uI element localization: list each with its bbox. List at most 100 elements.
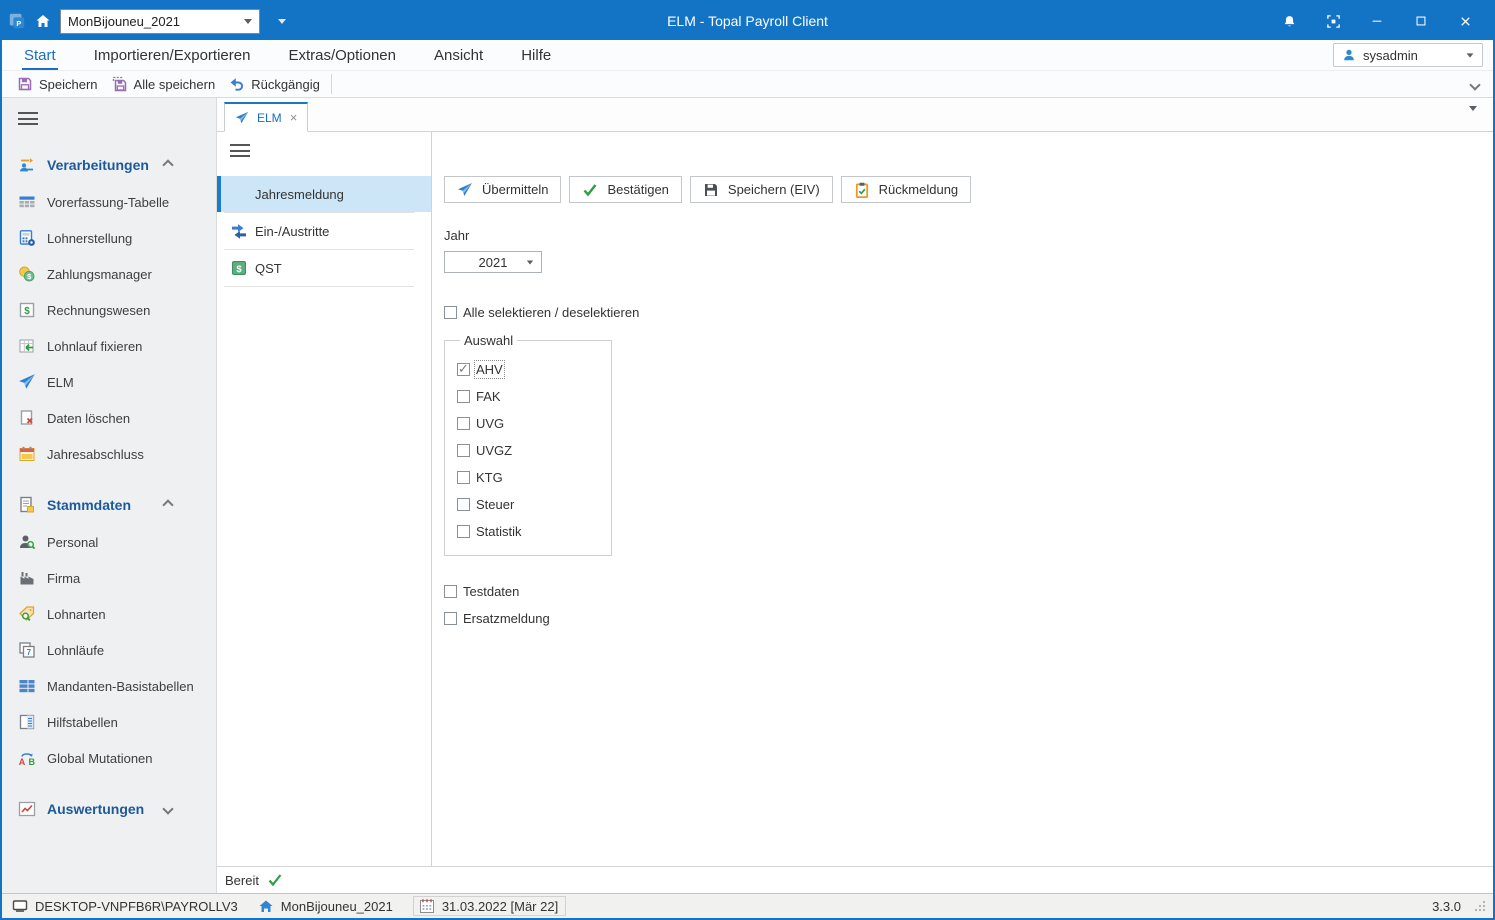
undo-button[interactable]: Rückgängig — [222, 72, 327, 96]
action-buttons: Übermitteln Bestätigen Speichern (EIV) R… — [444, 176, 1473, 203]
sidebar-item-vorerfassung-tabelle[interactable]: Vorerfassung-Tabelle — [2, 184, 216, 220]
user-selector[interactable]: sysadmin — [1333, 43, 1483, 67]
statistik-checkbox[interactable] — [457, 525, 470, 538]
minimize-button[interactable] — [1355, 2, 1399, 40]
sidebar-item-jahresabschluss[interactable]: Jahresabschluss — [2, 436, 216, 472]
sidebar-item-lohnerstellung[interactable]: Lohnerstellung — [2, 220, 216, 256]
fullscreen-button[interactable] — [1311, 2, 1355, 40]
chevron-down-icon — [1466, 52, 1474, 58]
user-name: sysadmin — [1363, 47, 1418, 63]
sidebar-menu-button[interactable] — [18, 112, 216, 130]
toolbar-separator — [330, 74, 332, 94]
save-icon — [703, 182, 719, 198]
checkbox-row-fak[interactable]: FAK — [457, 389, 611, 404]
sidebar-item-firma[interactable]: Firma — [2, 560, 216, 596]
statusbar-client: MonBijouneu_2021 — [258, 898, 393, 914]
save-all-icon — [112, 76, 128, 92]
menu-tab-importieren-exportieren[interactable]: Importieren/Exportieren — [82, 44, 263, 67]
chevron-up-icon — [162, 159, 174, 171]
nav-item-ein-austritte[interactable]: Ein-/Austritte — [217, 213, 431, 249]
ersatzmeldung-checkbox[interactable] — [444, 612, 457, 625]
sidebar-item-lohnlaeufe[interactable]: 7 Lohnläufe — [2, 632, 216, 668]
sidebar-item-label: Zahlungsmanager — [47, 266, 152, 282]
save-button[interactable]: Speichern — [10, 72, 105, 96]
sidebar-item-label: Lohnarten — [47, 606, 106, 622]
close-button[interactable] — [1443, 2, 1487, 40]
menu-tab-extras-optionen[interactable]: Extras/Optionen — [276, 44, 408, 67]
tab-close-icon[interactable]: × — [290, 111, 298, 124]
sidebar-item-rechnungswesen[interactable]: $ Rechnungswesen — [2, 292, 216, 328]
save-all-button[interactable]: Alle speichern — [105, 72, 223, 96]
chart-icon — [18, 800, 36, 818]
sidebar-item-global-mutationen[interactable]: AB Global Mutationen — [2, 740, 216, 776]
jahresmeldung-content: Übermitteln Bestätigen Speichern (EIV) R… — [432, 132, 1493, 866]
sidebar-item-daten-loeschen[interactable]: Daten löschen — [2, 400, 216, 436]
nav-item-jahresmeldung[interactable]: Jahresmeldung — [217, 176, 431, 212]
checkbox-row-steuer[interactable]: Steuer — [457, 497, 611, 512]
sidebar-item-elm[interactable]: ELM — [2, 364, 216, 400]
sidebar-section-auswertungen[interactable]: Auswertungen — [2, 790, 216, 828]
sidebar-section-stammdaten[interactable]: Stammdaten — [2, 486, 216, 524]
rueckmeldung-button[interactable]: Rückmeldung — [840, 176, 972, 203]
body: Verarbeitungen Vorerfassung-Tabelle Lohn… — [2, 98, 1493, 893]
ktg-checkbox[interactable] — [457, 471, 470, 484]
sidebar-item-personal[interactable]: Personal — [2, 524, 216, 560]
sidebar-item-label: Global Mutationen — [47, 750, 153, 766]
checkbox-row-ktg[interactable]: KTG — [457, 470, 611, 485]
sidebar-item-mandanten-basistabellen[interactable]: Mandanten-Basistabellen — [2, 668, 216, 704]
undo-icon — [229, 76, 245, 92]
sidebar-item-hilfstabellen[interactable]: Hilfstabellen — [2, 704, 216, 740]
paper-plane-icon — [18, 373, 36, 391]
menu-tab-start[interactable]: Start — [12, 44, 68, 70]
chevron-up-icon — [162, 499, 174, 511]
select-all-checkbox[interactable] — [444, 306, 457, 319]
clipboard-check-icon — [854, 182, 870, 198]
checkbox-row-uvg[interactable]: UVG — [457, 416, 611, 431]
resize-grip[interactable] — [1473, 899, 1487, 913]
undo-label: Rückgängig — [251, 76, 320, 92]
menu-tab-ansicht[interactable]: Ansicht — [422, 44, 495, 67]
home-icon[interactable] — [35, 13, 51, 29]
speichern-eiv-button[interactable]: Speichern (EIV) — [689, 176, 833, 203]
client-selector[interactable]: MonBijouneu_2021 — [60, 8, 260, 34]
uebermitteln-button[interactable]: Übermitteln — [444, 176, 562, 203]
uvgz-label: UVGZ — [476, 443, 513, 458]
document-tab-elm[interactable]: ELM × — [224, 102, 309, 132]
checkbox-row-testdaten[interactable]: Testdaten — [444, 584, 1473, 599]
jahr-combobox[interactable]: 2021 — [444, 251, 542, 273]
fullscreen-icon — [1326, 14, 1340, 28]
bestaetigen-button[interactable]: Bestätigen — [569, 176, 682, 203]
menu-tab-hilfe[interactable]: Hilfe — [509, 44, 563, 67]
client-options-dropdown[interactable] — [269, 9, 295, 34]
sidebar-item-zahlungsmanager[interactable]: $ Zahlungsmanager — [2, 256, 216, 292]
checkbox-row-uvgz[interactable]: UVGZ — [457, 443, 611, 458]
checkbox-row-ahv[interactable]: AHV — [457, 360, 611, 379]
fak-checkbox[interactable] — [457, 390, 470, 403]
master-data-icon — [18, 496, 36, 514]
uvgz-checkbox[interactable] — [457, 444, 470, 457]
maximize-button[interactable] — [1399, 2, 1443, 40]
sidebar-item-lohnlauf-fixieren[interactable]: Lohnlauf fixieren — [2, 328, 216, 364]
user-icon — [1342, 48, 1356, 62]
uvg-label: UVG — [476, 416, 505, 431]
nav-menu-button[interactable] — [230, 144, 431, 162]
checkbox-row-statistik[interactable]: Statistik — [457, 524, 611, 539]
sidebar-item-lohnarten[interactable]: Lohnarten — [2, 596, 216, 632]
nav-item-qst[interactable]: $ QST — [217, 250, 431, 286]
button-label: Rückmeldung — [878, 182, 959, 197]
toolbar-collapse-button[interactable] — [1469, 77, 1481, 92]
select-all-checkbox-row[interactable]: Alle selektieren / deselektieren — [444, 305, 1473, 320]
steuer-checkbox[interactable] — [457, 498, 470, 511]
ersatzmeldung-label: Ersatzmeldung — [463, 611, 550, 626]
ahv-checkbox[interactable] — [457, 361, 470, 377]
uvg-checkbox[interactable] — [457, 417, 470, 430]
sidebar-item-label: Lohnläufe — [47, 642, 105, 658]
testdaten-label: Testdaten — [463, 584, 520, 599]
notifications-button[interactable] — [1267, 2, 1311, 40]
checkbox-row-ersatzmeldung[interactable]: Ersatzmeldung — [444, 611, 1473, 626]
testdaten-checkbox[interactable] — [444, 585, 457, 598]
sidebar-section-verarbeitungen[interactable]: Verarbeitungen — [2, 146, 216, 184]
tab-list-dropdown[interactable] — [1469, 106, 1477, 129]
person-search-icon — [18, 533, 36, 551]
